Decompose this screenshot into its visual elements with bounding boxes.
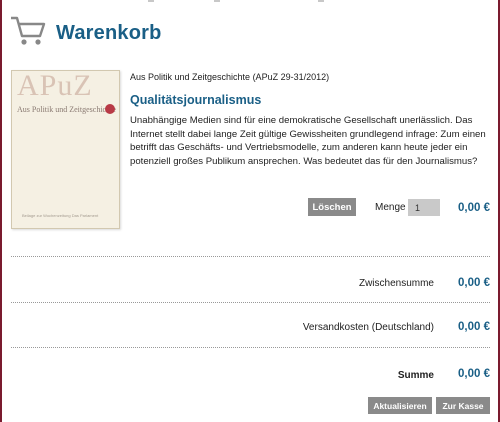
item-price: 0,00 €: [458, 202, 490, 214]
page-title: Warenkorb: [56, 21, 162, 44]
subtotal-label: Zwischensumme: [358, 278, 434, 289]
quantity-input[interactable]: [408, 199, 440, 216]
shipping-label: Versandkosten (Deutschland): [302, 322, 434, 333]
divider: [11, 256, 490, 257]
cart-icon: [10, 15, 46, 52]
product-series: Aus Politik und Zeitgeschichte (APuZ 29-…: [130, 72, 330, 82]
cover-subtitle: Aus Politik und Zeitgeschichte: [17, 105, 116, 114]
delete-button[interactable]: Löschen: [308, 198, 356, 216]
total-value: 0,00 €: [458, 368, 490, 380]
product-description: Unabhängige Medien sind für eine demokra…: [130, 115, 486, 167]
update-button[interactable]: Aktualisieren: [368, 397, 432, 414]
product-cover-image[interactable]: APuZ Aus Politik und Zeitgeschichte Beil…: [11, 70, 120, 229]
shipping-value: 0,00 €: [458, 321, 490, 333]
cover-logo: APuZ: [17, 70, 93, 102]
subtotal-value: 0,00 €: [458, 277, 490, 289]
cover-footer: Beilage zur Wochenzeitung Das Parlament: [22, 213, 99, 218]
quantity-label: Menge: [375, 202, 406, 213]
top-strip: [0, 0, 500, 6]
cart-header: Warenkorb: [10, 16, 162, 50]
divider: [11, 302, 490, 303]
cover-badge: [105, 104, 115, 114]
divider: [11, 347, 490, 348]
product-title-link[interactable]: Qualitätsjournalismus: [130, 93, 261, 107]
left-border: [0, 0, 2, 422]
total-label: Summe: [397, 370, 434, 381]
checkout-button[interactable]: Zur Kasse: [436, 397, 490, 414]
